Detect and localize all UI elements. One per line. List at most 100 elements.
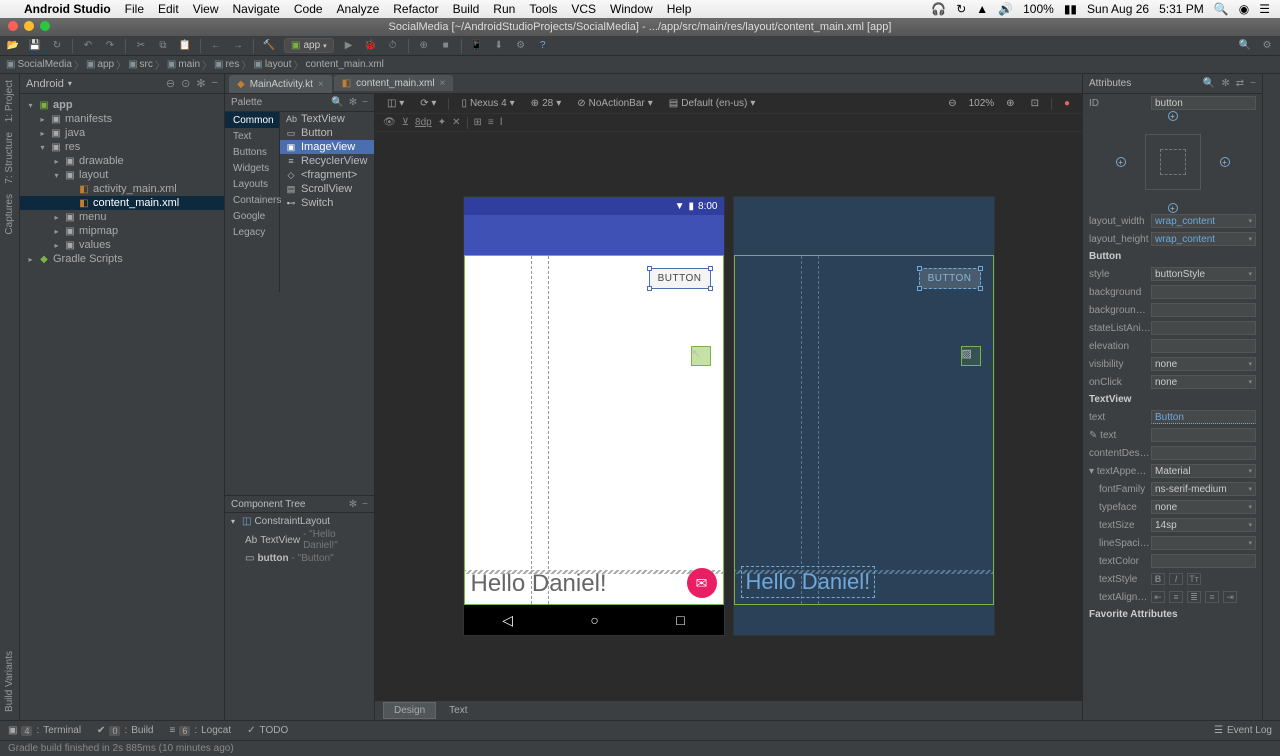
undo-icon[interactable]: ↶ xyxy=(81,39,95,53)
forward-icon[interactable]: → xyxy=(231,39,245,53)
tab-design[interactable]: Design xyxy=(383,702,436,719)
palette-item-fragment[interactable]: ◇<fragment> xyxy=(280,168,374,182)
attr-textappearance[interactable]: Material▾ xyxy=(1151,464,1256,478)
open-icon[interactable]: 📂 xyxy=(6,39,20,53)
debug-icon[interactable]: 🐞 xyxy=(364,39,378,53)
constraint-right-handle[interactable]: + xyxy=(1220,157,1230,167)
menu-vcs[interactable]: VCS xyxy=(571,2,596,16)
crumb-project[interactable]: SocialMedia xyxy=(17,59,71,70)
menu-build[interactable]: Build xyxy=(453,2,480,16)
help-icon[interactable]: ? xyxy=(536,39,550,53)
toolwindow-eventlog[interactable]: ☰ Event Log xyxy=(1214,725,1272,736)
close-tab-icon[interactable]: × xyxy=(318,79,324,90)
close-window-button[interactable] xyxy=(8,21,18,31)
palette-cat-text[interactable]: Text xyxy=(225,128,279,144)
palette-cat-widgets[interactable]: Widgets xyxy=(225,160,279,176)
imageview-drop-ghost[interactable]: ↖ xyxy=(691,346,711,366)
sync-gradle-icon[interactable]: ↻ xyxy=(50,39,64,53)
paste-icon[interactable]: 📋 xyxy=(178,39,192,53)
menu-refactor[interactable]: Refactor xyxy=(393,2,438,16)
align-right[interactable]: ≡ xyxy=(1205,591,1219,603)
blueprint-drop-ghost[interactable]: ▨ xyxy=(961,346,981,366)
palette-item-textview[interactable]: AbTextView xyxy=(280,112,374,126)
minimize-window-button[interactable] xyxy=(24,21,34,31)
attr-linespacing[interactable]: ▾ xyxy=(1151,536,1256,550)
palette-item-scrollview[interactable]: ▤ScrollView xyxy=(280,182,374,196)
view-all-icon[interactable]: ⇄ xyxy=(1236,78,1244,89)
menubar-date[interactable]: Sun Aug 26 xyxy=(1087,2,1149,16)
gear-icon[interactable]: ✻ xyxy=(1221,78,1229,89)
orientation-select[interactable]: ⟳ ▾ xyxy=(416,98,440,109)
constraint-bottom-handle[interactable]: + xyxy=(1168,203,1178,213)
attr-layout-height[interactable]: wrap_content▾ xyxy=(1151,232,1256,246)
design-preview[interactable]: ▼▮8:00 BUTTON ↖ Hello Daniel! ✉ xyxy=(463,196,725,636)
menu-window[interactable]: Window xyxy=(610,2,653,16)
toolwindow-captures[interactable]: Captures xyxy=(4,194,15,235)
menu-view[interactable]: View xyxy=(193,2,219,16)
search-everywhere-icon[interactable]: 🔍 xyxy=(1238,39,1252,53)
palette-cat-buttons[interactable]: Buttons xyxy=(225,144,279,160)
align-center[interactable]: ≣ xyxy=(1187,591,1201,603)
close-tab-icon[interactable]: × xyxy=(440,78,446,89)
bluetooth-icon[interactable]: 🎧 xyxy=(931,2,946,16)
attr-id-input[interactable] xyxy=(1151,96,1256,110)
locate-icon[interactable]: ⊙ xyxy=(181,77,190,90)
palette-cat-containers[interactable]: Containers xyxy=(225,192,279,208)
palette-item-imageview[interactable]: ▣ImageView xyxy=(280,140,374,154)
attr-contentdesc[interactable] xyxy=(1151,446,1256,460)
zoom-out-button[interactable]: ⊖ xyxy=(944,98,960,109)
attr-onclick[interactable]: none▾ xyxy=(1151,375,1256,389)
preview-button-widget[interactable]: BUTTON xyxy=(649,268,711,289)
palette-item-recyclerview[interactable]: ≡RecyclerView xyxy=(280,154,374,168)
profile-icon[interactable]: ⏱ xyxy=(386,39,400,53)
attr-visibility[interactable]: none▾ xyxy=(1151,357,1256,371)
maximize-window-button[interactable] xyxy=(40,21,50,31)
textstyle-allcaps[interactable]: Tᴛ xyxy=(1187,573,1201,585)
gear-icon[interactable]: ✻ xyxy=(349,499,357,510)
wifi-icon[interactable]: ▲ xyxy=(976,2,988,16)
hide-icon[interactable]: − xyxy=(1250,78,1256,89)
volume-icon[interactable]: 🔊 xyxy=(998,2,1013,16)
settings-icon[interactable]: ⚙ xyxy=(1260,39,1274,53)
copy-icon[interactable]: ⧉ xyxy=(156,39,170,53)
attr-text[interactable] xyxy=(1151,410,1256,424)
cut-icon[interactable]: ✂ xyxy=(134,39,148,53)
palette-item-button[interactable]: ▭Button xyxy=(280,126,374,140)
sync-icon[interactable]: ↻ xyxy=(956,2,966,16)
menu-help[interactable]: Help xyxy=(667,2,692,16)
hide-icon[interactable]: − xyxy=(212,77,218,90)
menu-run[interactable]: Run xyxy=(493,2,515,16)
spotlight-icon[interactable]: 🔍 xyxy=(1214,2,1229,16)
pack-icon[interactable]: ⊞ xyxy=(474,117,482,128)
gear-icon[interactable]: ✻ xyxy=(196,77,205,90)
siri-icon[interactable]: ◉ xyxy=(1239,2,1249,16)
menubar-time[interactable]: 5:31 PM xyxy=(1159,2,1204,16)
palette-cat-legacy[interactable]: Legacy xyxy=(225,224,279,240)
clear-icon[interactable]: ✕ xyxy=(452,117,460,128)
project-structure-icon[interactable]: ⚙ xyxy=(514,39,528,53)
hide-icon[interactable]: − xyxy=(362,97,368,108)
toolwindow-buildvariants[interactable]: Build Variants xyxy=(4,651,15,712)
attr-backgroundtint[interactable] xyxy=(1151,303,1256,317)
attach-debug-icon[interactable]: ⊕ xyxy=(417,39,431,53)
textstyle-italic[interactable]: I xyxy=(1169,573,1183,585)
avd-icon[interactable]: 📱 xyxy=(470,39,484,53)
tab-contentmain[interactable]: ◧content_main.xml× xyxy=(334,75,454,93)
save-icon[interactable]: 💾 xyxy=(28,39,42,53)
hide-icon[interactable]: − xyxy=(362,499,368,510)
crumb-layout[interactable]: layout xyxy=(265,59,292,70)
attr-textsize[interactable]: 14sp▾ xyxy=(1151,518,1256,532)
attr-text-tools[interactable] xyxy=(1151,428,1256,442)
toolwindow-project[interactable]: 1: Project xyxy=(4,80,15,122)
blueprint-button-widget[interactable]: BUTTON xyxy=(919,268,981,289)
theme-select[interactable]: ⊘ NoActionBar ▾ xyxy=(573,98,657,109)
align-left[interactable]: ≡ xyxy=(1169,591,1183,603)
back-icon[interactable]: ← xyxy=(209,39,223,53)
infer-icon[interactable]: ✦ xyxy=(438,117,446,128)
api-select[interactable]: ⊕ 28 ▾ xyxy=(527,98,566,109)
menu-navigate[interactable]: Navigate xyxy=(232,2,279,16)
default-margin[interactable]: 8dp xyxy=(415,117,432,128)
constraint-left-handle[interactable]: + xyxy=(1116,157,1126,167)
run-config-select[interactable]: ▣ app ▾ xyxy=(284,38,334,53)
locale-select[interactable]: ▤ Default (en-us) ▾ xyxy=(665,98,760,109)
